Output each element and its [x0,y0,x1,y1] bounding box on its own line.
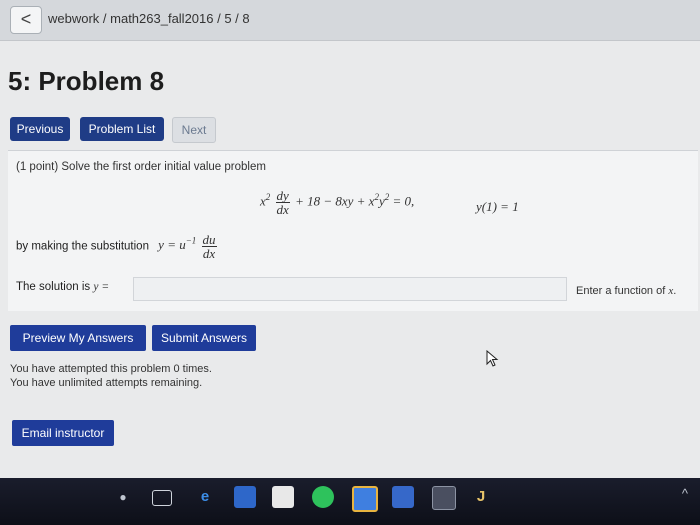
attempts-line: You have attempted this problem 0 times. [10,363,212,375]
du: du [201,232,217,247]
answer-input[interactable] [133,277,567,301]
tray-overflow-icon[interactable]: ^ [682,486,688,501]
spotify-icon[interactable] [312,486,334,508]
substitution-text: by making the substitution [16,240,149,253]
breadcrumb[interactable]: webwork / math263_fall2016 / 5 / 8 [48,11,250,26]
subst-dx: dx [202,246,216,261]
hint-prefix: Enter a function of [576,285,666,297]
browser-address-bar: < webwork / math263_fall2016 / 5 / 8 [0,0,700,41]
subst-lhs: y = u [158,237,186,253]
problem-intro: (1 point) Solve the first order initial … [16,161,266,173]
substitution-line: by making the substitution y = u−1 du dx [16,233,219,260]
store-icon[interactable] [234,486,256,508]
windows-store-icon[interactable] [272,486,294,508]
hint-suffix: . [673,285,677,297]
initial-condition: y(1) = 1 [476,199,519,214]
substitution-formula: y = u−1 du dx [158,233,218,260]
solution-text: The solution is [16,281,91,293]
submit-answers-button[interactable]: Submit Answers [152,325,256,351]
subst-exp: −1 [185,236,197,247]
app-j-icon[interactable]: J [470,486,492,508]
page-title: 5: Problem 8 [8,66,165,96]
eq-rest-a: + 18 − 8xy + x [295,193,375,209]
problem-panel: (1 point) Solve the first order initial … [8,150,698,311]
solution-var: y = [93,281,110,293]
attempts-info: You have attempted this problem 0 times.… [10,362,212,390]
du-dx-fraction: du dx [201,232,217,261]
dx: dx [276,202,289,217]
dy-dx-fraction: dy dx [275,188,290,217]
eq-sq: 2 [265,192,271,203]
edge-icon[interactable]: e [194,486,216,508]
next-button[interactable]: Next [172,117,216,143]
answer-hint: Enter a function of x. [576,285,676,297]
eq-rest-c: = 0, [389,193,415,209]
mouse-cursor-icon [486,350,499,367]
solution-label: The solution is y = [16,281,109,293]
task-view-icon[interactable] [152,490,172,506]
dy: dy [275,188,290,203]
chrome-icon[interactable] [352,486,378,512]
preview-answers-button[interactable]: Preview My Answers [10,325,146,351]
remaining-line: You have unlimited attempts remaining. [10,377,203,389]
differential-equation: x2 dy dx + 18 − 8xy + x2y2 = 0, [260,189,414,216]
mail-icon[interactable] [392,486,414,508]
email-instructor-button[interactable]: Email instructor [12,420,114,446]
calculator-icon[interactable] [432,486,456,510]
problem-list-button[interactable]: Problem List [80,117,164,141]
mic-icon[interactable]: ● [112,486,134,508]
taskbar: ● e J ^ [0,478,700,525]
back-button[interactable]: < [10,6,42,34]
previous-button[interactable]: Previous [10,117,70,141]
